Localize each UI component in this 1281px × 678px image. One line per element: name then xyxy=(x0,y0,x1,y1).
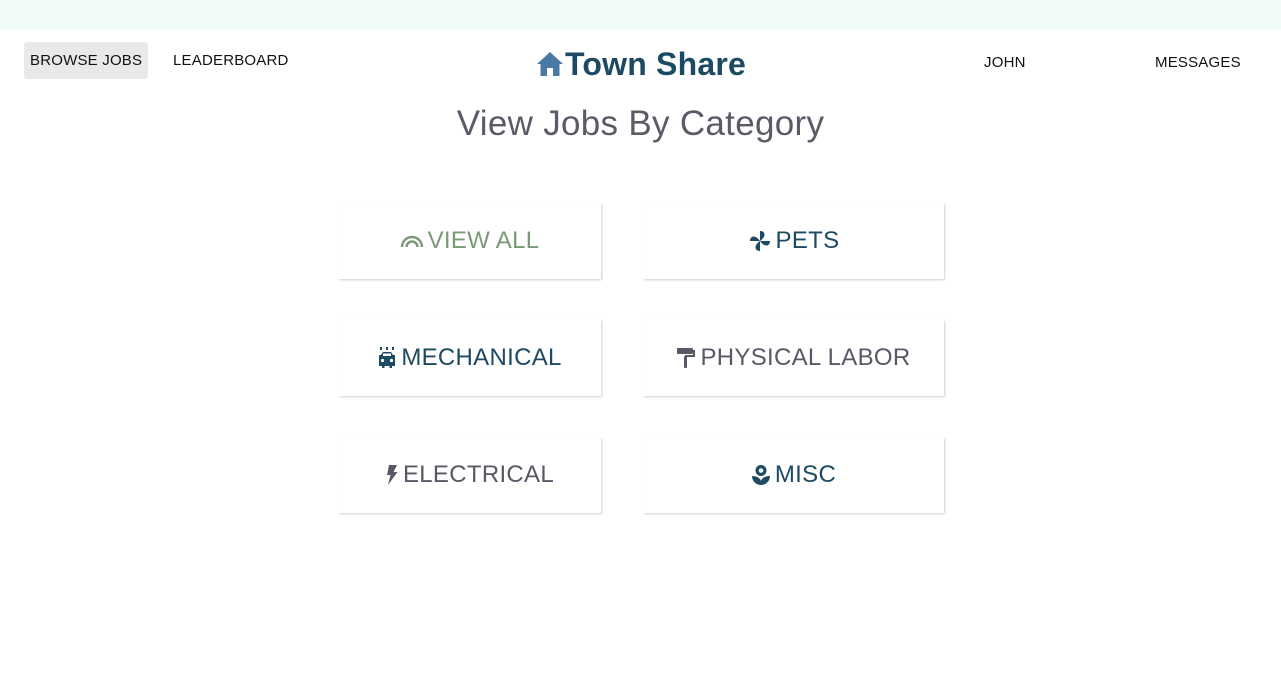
category-label: PHYSICAL LABOR xyxy=(700,344,911,371)
category-label: ELECTRICAL xyxy=(402,461,555,488)
brand-name: Town Share xyxy=(565,45,746,82)
category-label: MISC xyxy=(774,461,837,488)
rainbow-icon xyxy=(400,234,424,248)
car-wash-icon xyxy=(377,346,397,370)
category-card-electrical[interactable]: ELECTRICAL xyxy=(338,437,601,513)
nav-leaderboard[interactable]: LEADERBOARD xyxy=(167,42,295,79)
paint-roller-icon xyxy=(676,347,696,369)
category-card-view-all[interactable]: VIEW ALL xyxy=(338,203,601,279)
nav-messages[interactable]: MESSAGES xyxy=(1149,44,1247,81)
page-title: View Jobs By Category xyxy=(456,104,825,143)
nav-user-profile[interactable]: JOHN xyxy=(978,44,1032,81)
category-label: PETS xyxy=(775,227,840,254)
nav-browse-jobs[interactable]: BROWSE JOBS xyxy=(24,42,149,79)
category-card-pets[interactable]: PETS xyxy=(643,203,944,279)
category-card-physical-labor[interactable]: PHYSICAL LABOR xyxy=(643,320,944,396)
seedling-icon xyxy=(751,464,771,486)
category-label: MECHANICAL xyxy=(401,344,562,371)
pinwheel-icon xyxy=(748,229,772,253)
bolt-icon xyxy=(385,464,399,486)
brand-logo[interactable]: Town Share xyxy=(536,42,746,86)
home-icon xyxy=(536,51,564,77)
category-label: VIEW ALL xyxy=(427,227,540,254)
category-card-misc[interactable]: MISC xyxy=(643,437,944,513)
category-card-mechanical[interactable]: MECHANICAL xyxy=(338,320,601,396)
top-banner-strip xyxy=(0,0,1281,30)
